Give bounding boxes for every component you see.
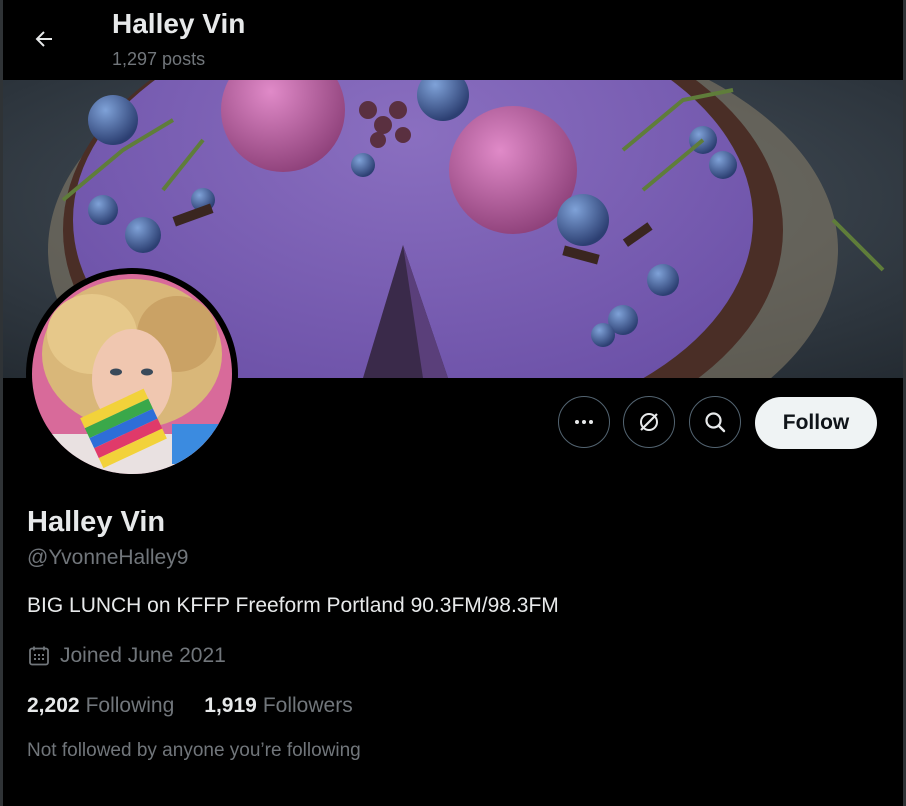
display-name: Halley Vin bbox=[27, 506, 166, 538]
more-icon bbox=[575, 420, 593, 424]
back-button[interactable] bbox=[25, 20, 63, 58]
followers-label: Followers bbox=[262, 694, 353, 717]
search-icon bbox=[705, 412, 726, 433]
more-options-button[interactable] bbox=[558, 396, 610, 448]
following-count: 2,202 bbox=[27, 694, 80, 717]
user-handle: @YvonneHalley9 bbox=[27, 546, 189, 569]
followers-link[interactable]: 1,919 Followers bbox=[204, 694, 352, 718]
mutual-followers-note: Not followed by anyone you’re following bbox=[27, 740, 361, 761]
follow-stats: 2,202 Following 1,919 Followers bbox=[27, 694, 353, 718]
grok-icon bbox=[640, 413, 658, 431]
header-title: Halley Vin bbox=[112, 8, 246, 39]
join-date: Joined June 2021 bbox=[27, 644, 226, 668]
grok-button[interactable] bbox=[623, 396, 675, 448]
follow-button[interactable]: Follow bbox=[755, 397, 877, 449]
avatar-image bbox=[32, 274, 232, 474]
profile-bio: BIG LUNCH on KFFP Freeform Portland 90.3… bbox=[27, 594, 559, 617]
following-link[interactable]: 2,202 Following bbox=[27, 694, 174, 718]
posts-count: 1,297 posts bbox=[112, 49, 206, 69]
search-profile-button[interactable] bbox=[689, 396, 741, 448]
profile-header: Halley Vin 1,297 posts bbox=[3, 0, 903, 80]
arrow-left-icon bbox=[35, 31, 52, 47]
following-label: Following bbox=[85, 694, 175, 717]
followers-count: 1,919 bbox=[204, 694, 257, 717]
join-date-text: Joined June 2021 bbox=[60, 644, 226, 667]
profile-avatar[interactable] bbox=[26, 268, 238, 480]
calendar-icon bbox=[29, 646, 49, 666]
